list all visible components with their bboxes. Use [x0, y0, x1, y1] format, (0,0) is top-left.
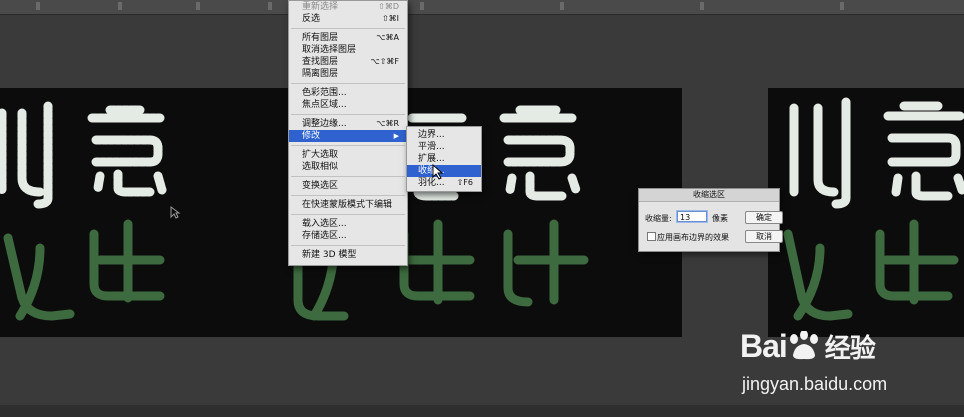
apply-canvas-bounds-checkbox[interactable] [647, 232, 656, 241]
menu-item-reselect[interactable]: 重新选择 ⇧⌘D [289, 1, 407, 13]
menu-item-grow[interactable]: 扩大选取 [289, 149, 407, 161]
menu-item-save-selection[interactable]: 存储选区... [289, 230, 407, 242]
contract-amount-input[interactable]: 13 [677, 211, 707, 222]
toolbar-divider [420, 2, 424, 10]
toolbar-divider [560, 2, 564, 10]
submenu-item-smooth[interactable]: 平滑... [407, 141, 481, 153]
menu-item-refine-edge[interactable]: 调整边缘... ⌥⌘R [289, 118, 407, 130]
dialog-title: 收缩选区 [639, 189, 779, 202]
menu-item-color-range[interactable]: 色彩范围... [289, 87, 407, 99]
menu-separator [291, 114, 405, 115]
menu-item-find-layers[interactable]: 查找图层 ⌥⇧⌘F [289, 56, 407, 68]
status-bar [0, 405, 964, 417]
contract-selection-dialog[interactable]: 收缩选区 收缩量: 13 像素 确定 取消 应用画布边界的效果 [638, 188, 783, 252]
toolbar-divider [840, 2, 844, 10]
menu-item-new-3d-model[interactable]: 新建 3D 模型 [289, 249, 407, 261]
menu-item-inverse[interactable]: 反选 ⇧⌘I [289, 13, 407, 25]
menu-item-load-selection[interactable]: 载入选区... [289, 218, 407, 230]
document-canvas-right[interactable] [768, 88, 964, 337]
toolbar-divider [268, 2, 272, 10]
watermark-url: jingyan.baidu.com [742, 374, 888, 394]
menu-separator [291, 176, 405, 177]
unit-label: 像素 [712, 214, 728, 223]
menu-separator [291, 145, 405, 146]
submenu-item-expand[interactable]: 扩展... [407, 153, 481, 165]
toolbar-divider [700, 2, 704, 10]
marquee-cursor-icon [170, 206, 181, 219]
menu-item-quick-mask[interactable]: 在快速蒙版模式下编辑 [289, 199, 407, 211]
toolbar-divider [196, 2, 200, 10]
submenu-item-contract[interactable]: 收缩... [407, 165, 481, 177]
menu-separator [291, 83, 405, 84]
mouse-cursor-icon [432, 164, 444, 180]
menu-separator [291, 28, 405, 29]
watermark-logo: Bai 经验 [740, 328, 876, 364]
menu-item-modify[interactable]: 修改 ▶ [289, 130, 407, 142]
paw-icon [787, 330, 821, 360]
menu-item-transform-selection[interactable]: 变换选区 [289, 180, 407, 192]
menu-separator [291, 214, 405, 215]
canvas-artwork [0, 101, 167, 321]
modify-submenu[interactable]: 边界... 平滑... 扩展... 收缩... 羽化... ⇧F6 [406, 126, 482, 192]
submenu-item-border[interactable]: 边界... [407, 129, 481, 141]
select-menu[interactable]: 重新选择 ⇧⌘D 反选 ⇧⌘I 所有图层 ⌥⌘A 取消选择图层 查找图层 ⌥⇧⌘F 隔离… [288, 0, 408, 266]
ok-button[interactable]: 确定 [745, 211, 783, 224]
options-bar [0, 0, 964, 15]
menu-separator [291, 245, 405, 246]
menu-item-all-layers[interactable]: 所有图层 ⌥⌘A [289, 32, 407, 44]
menu-separator [291, 195, 405, 196]
checkbox-label: 应用画布边界的效果 [657, 233, 729, 242]
amount-label: 收缩量: [645, 214, 672, 223]
toolbar-divider [36, 2, 40, 10]
cancel-button[interactable]: 取消 [745, 230, 783, 243]
menu-item-focus-area[interactable]: 焦点区域... [289, 99, 407, 111]
document-canvas-left[interactable] [0, 88, 258, 337]
menu-item-isolate-layers[interactable]: 隔离图层 [289, 68, 407, 80]
menu-item-deselect-layers[interactable]: 取消选择图层 [289, 44, 407, 56]
toolbar-divider [118, 2, 122, 10]
canvas-artwork [783, 97, 964, 321]
menu-item-similar[interactable]: 选取相似 [289, 161, 407, 173]
submenu-arrow-icon: ▶ [393, 132, 399, 140]
submenu-item-feather[interactable]: 羽化... ⇧F6 [407, 177, 481, 189]
